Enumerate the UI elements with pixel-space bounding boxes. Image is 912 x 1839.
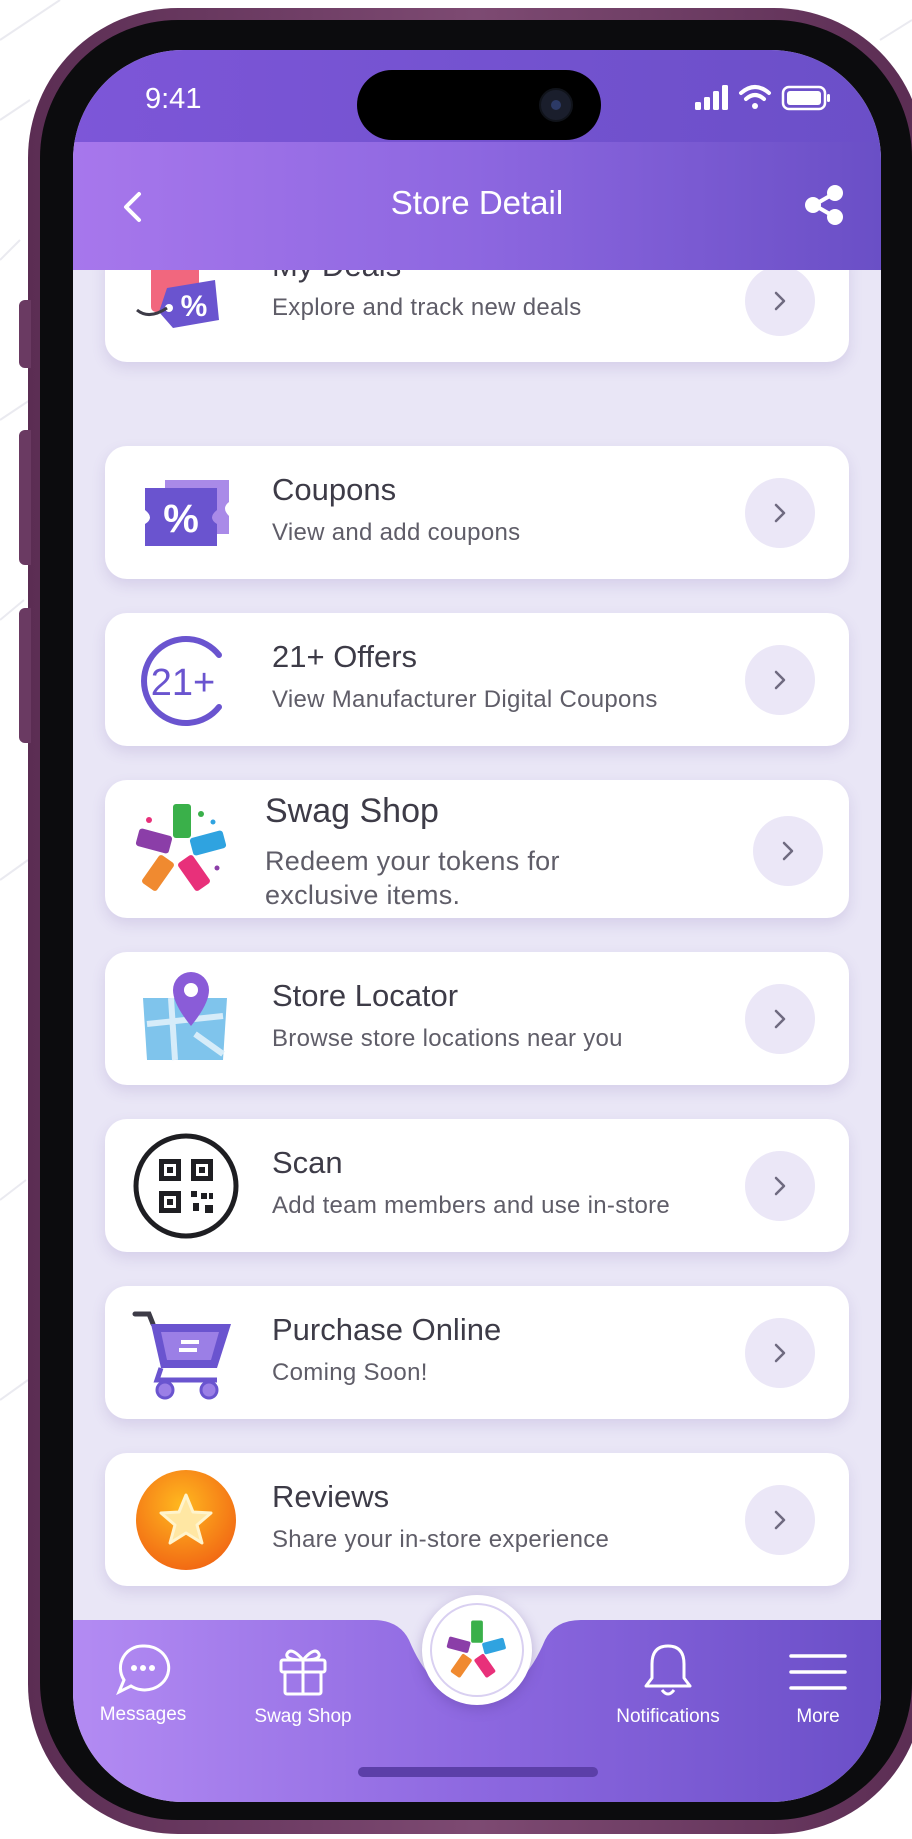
svg-text:%: % <box>163 497 199 541</box>
chevron-button[interactable] <box>753 816 823 886</box>
nav-label-messages: Messages <box>99 1704 187 1725</box>
menu-item-21-offers[interactable]: 21+ 21+ Offers View Manufacturer Digital… <box>105 613 849 746</box>
star-icon <box>136 1470 236 1570</box>
menu-item-subtitle: Explore and track new deals <box>272 294 582 321</box>
qr-code-icon <box>133 1133 239 1239</box>
status-icons <box>695 82 833 119</box>
menu-item-reviews[interactable]: Reviews Share your in-store experience <box>105 1453 849 1586</box>
chat-bubble-icon <box>116 1644 171 1696</box>
app-header: Store Detail <box>73 142 881 270</box>
chevron-right-icon <box>774 1510 786 1530</box>
volume-down-button <box>19 608 31 743</box>
menu-icon <box>789 1654 847 1690</box>
nav-notifications[interactable]: Notifications <box>593 1620 743 1770</box>
chevron-button[interactable] <box>745 1318 815 1388</box>
chevron-button[interactable] <box>745 270 815 336</box>
wifi-icon <box>739 85 771 109</box>
menu-item-swag-shop[interactable]: Swag Shop Redeem your tokens for exclusi… <box>105 780 849 918</box>
menu-item-coupons[interactable]: % Coupons View and add coupons <box>105 446 849 579</box>
menu-item-subtitle: Share your in-store experience <box>272 1526 610 1553</box>
menu-item-title: My Deals <box>272 270 401 284</box>
swag-logo-icon <box>446 1620 506 1678</box>
menu-item-title: Coupons <box>272 472 397 507</box>
share-button[interactable] <box>789 170 859 240</box>
status-bar: 9:41 <box>73 50 881 142</box>
menu-item-subtitle-line-1: Redeem your tokens for <box>265 846 560 876</box>
swag-tags-icon <box>135 804 227 891</box>
nav-label-swag-shop: Swag Shop <box>254 1706 352 1727</box>
volume-up-button <box>19 430 31 565</box>
share-icon <box>805 185 843 225</box>
bell-icon <box>644 1644 692 1696</box>
store-options-list[interactable]: % My Deals Explore and track new deals %… <box>73 270 881 1670</box>
page-title: Store Detail <box>390 184 564 221</box>
chevron-right-icon <box>774 670 786 690</box>
deals-tag-icon: % <box>136 270 219 328</box>
signal-icon <box>695 85 728 110</box>
side-button <box>19 300 31 368</box>
chevron-right-icon <box>774 291 786 311</box>
menu-item-subtitle: Browse store locations near you <box>272 1025 623 1052</box>
menu-item-subtitle: View and add coupons <box>272 519 521 546</box>
chevron-button[interactable] <box>745 984 815 1054</box>
menu-item-title: Swag Shop <box>265 792 439 830</box>
front-camera <box>539 88 573 122</box>
gift-icon <box>279 1649 327 1696</box>
chevron-button[interactable] <box>745 645 815 715</box>
map-pin-icon <box>143 972 227 1061</box>
status-time: 9:41 <box>145 83 202 115</box>
nav-swag-shop[interactable]: Swag Shop <box>233 1620 373 1770</box>
battery-icon <box>781 85 830 111</box>
menu-item-title: Scan <box>272 1145 343 1180</box>
chevron-button[interactable] <box>745 478 815 548</box>
svg-text:21+: 21+ <box>151 662 215 704</box>
menu-item-subtitle: Coming Soon! <box>272 1359 428 1386</box>
menu-item-subtitle-line-2: exclusive items. <box>265 880 461 910</box>
menu-item-title: Reviews <box>272 1479 390 1514</box>
coupon-ticket-icon: % <box>145 480 229 546</box>
menu-item-title: 21+ Offers <box>272 639 418 674</box>
menu-item-subtitle: View Manufacturer Digital Coupons <box>272 686 658 713</box>
center-swag-button[interactable] <box>422 1595 532 1705</box>
nav-messages[interactable]: Messages <box>83 1620 203 1770</box>
home-indicator[interactable] <box>358 1767 598 1777</box>
twenty-one-plus-icon: 21+ <box>141 636 222 726</box>
menu-item-scan[interactable]: Scan Add team members and use in-store <box>105 1119 849 1252</box>
chevron-right-icon <box>774 1176 786 1196</box>
screen: 9:41 Store Detail % Explore and track ne… <box>73 50 881 1802</box>
shopping-cart-icon <box>132 1311 231 1400</box>
menu-item-subtitle: Add team members and use in-store <box>272 1192 671 1219</box>
chevron-button[interactable] <box>745 1485 815 1555</box>
chevron-right-icon <box>774 503 786 523</box>
chevron-button[interactable] <box>745 1151 815 1221</box>
svg-text:%: % <box>181 290 208 323</box>
nav-label-notifications: Notifications <box>616 1706 720 1727</box>
menu-item-store-locator[interactable]: Store Locator Browse store locations nea… <box>105 952 849 1085</box>
menu-item-title: Purchase Online <box>272 1312 502 1347</box>
chevron-right-icon <box>774 1343 786 1363</box>
nav-more[interactable]: More <box>773 1620 863 1770</box>
menu-item-purchase-online[interactable]: Purchase Online Coming Soon! <box>105 1286 849 1419</box>
menu-item-title: Store Locator <box>272 978 459 1013</box>
chevron-right-icon <box>782 841 794 861</box>
menu-item-my-deals[interactable]: % My Deals Explore and track new deals <box>105 270 849 362</box>
chevron-right-icon <box>774 1009 786 1029</box>
nav-label-more: More <box>796 1706 840 1727</box>
